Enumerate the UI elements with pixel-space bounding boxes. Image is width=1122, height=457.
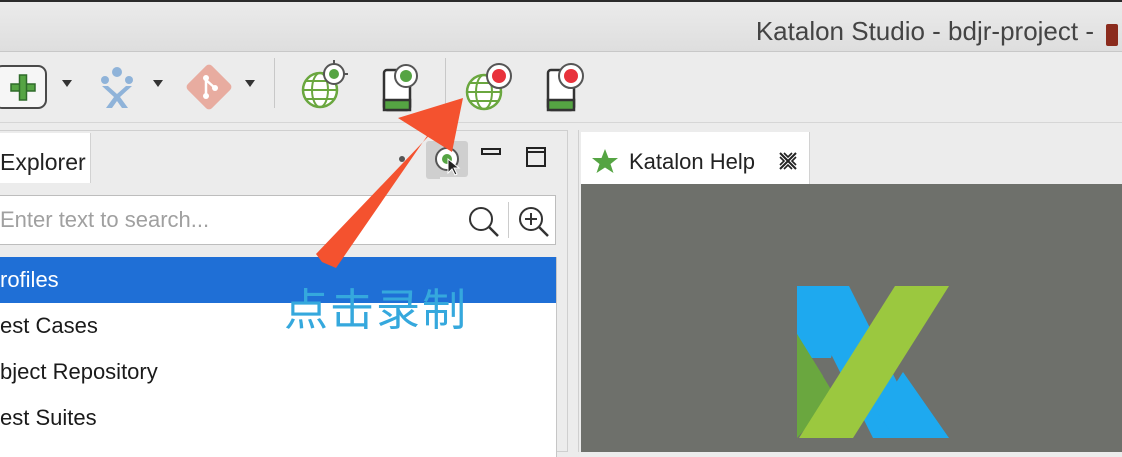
annotation-text: 点击录制 [284,285,468,336]
jira-dropdown-chevron-down-icon[interactable] [153,80,163,87]
katalon-logo-icon [797,286,949,438]
close-icon[interactable] [777,150,799,172]
window-title: Katalon Studio - bdjr-project - [755,16,1094,46]
tab-katalon-help[interactable]: Katalon Help [581,132,810,184]
toolbar-separator [445,58,446,108]
git-icon[interactable] [184,64,234,110]
jira-icon[interactable] [94,64,140,110]
toolbar-separator [274,58,275,108]
search-icon[interactable] [466,204,502,238]
globe-record-icon[interactable] [462,60,516,112]
maximize-icon[interactable] [524,145,550,169]
tree-item-label: est Suites [0,405,97,430]
tab-explorer[interactable]: Explorer [0,133,91,183]
tree-item-test-suites[interactable]: est Suites [0,395,556,441]
tree-item-profiles[interactable]: rofiles [0,257,556,303]
main-toolbar [0,52,1122,123]
tree-item-object-repository[interactable]: bject Repository [0,349,556,395]
mobile-record-icon[interactable] [542,60,594,114]
help-panel: Katalon Help [578,130,1122,452]
window-title-chip [1106,24,1118,46]
explorer-tree: rofiles est Cases bject Repository est S… [0,257,557,457]
star-icon [592,149,618,173]
mobile-target-icon[interactable] [378,60,430,114]
new-dropdown-chevron-down-icon[interactable] [62,80,72,87]
tree-item-test-cases[interactable]: est Cases [0,303,556,349]
title-bar: Katalon Studio - bdjr-project - [0,0,1122,52]
search-input[interactable] [0,206,460,234]
plus-icon[interactable] [0,64,50,110]
tree-item-label: bject Repository [0,359,158,384]
explorer-tab-label: Explorer [0,149,86,175]
minimize-icon[interactable] [480,145,504,165]
advanced-search-icon[interactable] [514,202,554,240]
help-tab-label: Katalon Help [629,149,755,174]
help-content [581,184,1122,452]
tree-item-label: est Cases [0,313,98,338]
target-cursor-icon[interactable] [426,141,470,177]
globe-target-icon[interactable] [298,60,350,112]
search-divider [508,202,509,238]
git-dropdown-chevron-down-icon[interactable] [245,80,255,87]
search-box [0,195,556,245]
tree-item-label: rofiles [0,267,59,292]
